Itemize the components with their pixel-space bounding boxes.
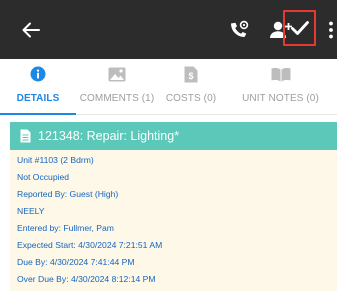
phone-settings-icon[interactable] (227, 19, 251, 41)
top-app-bar (0, 0, 337, 59)
detail-reported-by: Reported By: Guest (High) (17, 189, 119, 199)
tab-comments[interactable]: COMMENTS (1) (76, 59, 158, 114)
more-options-icon[interactable] (325, 17, 337, 43)
tab-comments-label: COMMENTS (1) (79, 93, 155, 104)
book-icon (271, 65, 291, 83)
work-order-title: 121348: Repair: Lighting* (38, 129, 180, 143)
active-tab-indicator (0, 113, 76, 115)
tab-costs-label: COSTS (0) (165, 93, 217, 104)
detail-entered-by: Entered by: Fullmer, Pam (17, 223, 114, 233)
work-order-details: Unit #1103 (2 Bdrm) Not Occupied Reporte… (10, 150, 337, 291)
detail-due-by: Due By: 4/30/2024 7:41:44 PM (17, 257, 135, 267)
back-arrow-icon[interactable] (20, 20, 42, 40)
tab-unit-notes[interactable]: UNIT NOTES (0) (224, 59, 337, 114)
work-order-header[interactable]: 121348: Repair: Lighting* (10, 122, 337, 150)
detail-occupancy: Not Occupied (17, 172, 70, 182)
detail-unit: Unit #1103 (2 Bdrm) (17, 155, 94, 165)
detail-name: NEELY (17, 206, 45, 216)
save-check-button[interactable] (283, 10, 316, 46)
svg-text:$: $ (188, 71, 193, 81)
document-icon (20, 129, 31, 143)
tab-details-label: DETAILS (16, 93, 60, 104)
detail-expected-start: Expected Start: 4/30/2024 7:21:51 AM (17, 240, 163, 250)
tab-costs[interactable]: $ COSTS (0) (158, 59, 224, 114)
tab-unit-notes-label: UNIT NOTES (0) (242, 93, 319, 104)
image-icon (108, 65, 126, 83)
dollar-document-icon: $ (184, 65, 198, 83)
tab-details[interactable]: DETAILS (0, 59, 76, 115)
tab-bar: DETAILS COMMENTS (1) $ COSTS (0) UNIT NO… (0, 59, 337, 115)
detail-over-due-by: Over Due By: 4/30/2024 8:12:14 PM (17, 274, 156, 284)
info-icon (30, 65, 46, 83)
